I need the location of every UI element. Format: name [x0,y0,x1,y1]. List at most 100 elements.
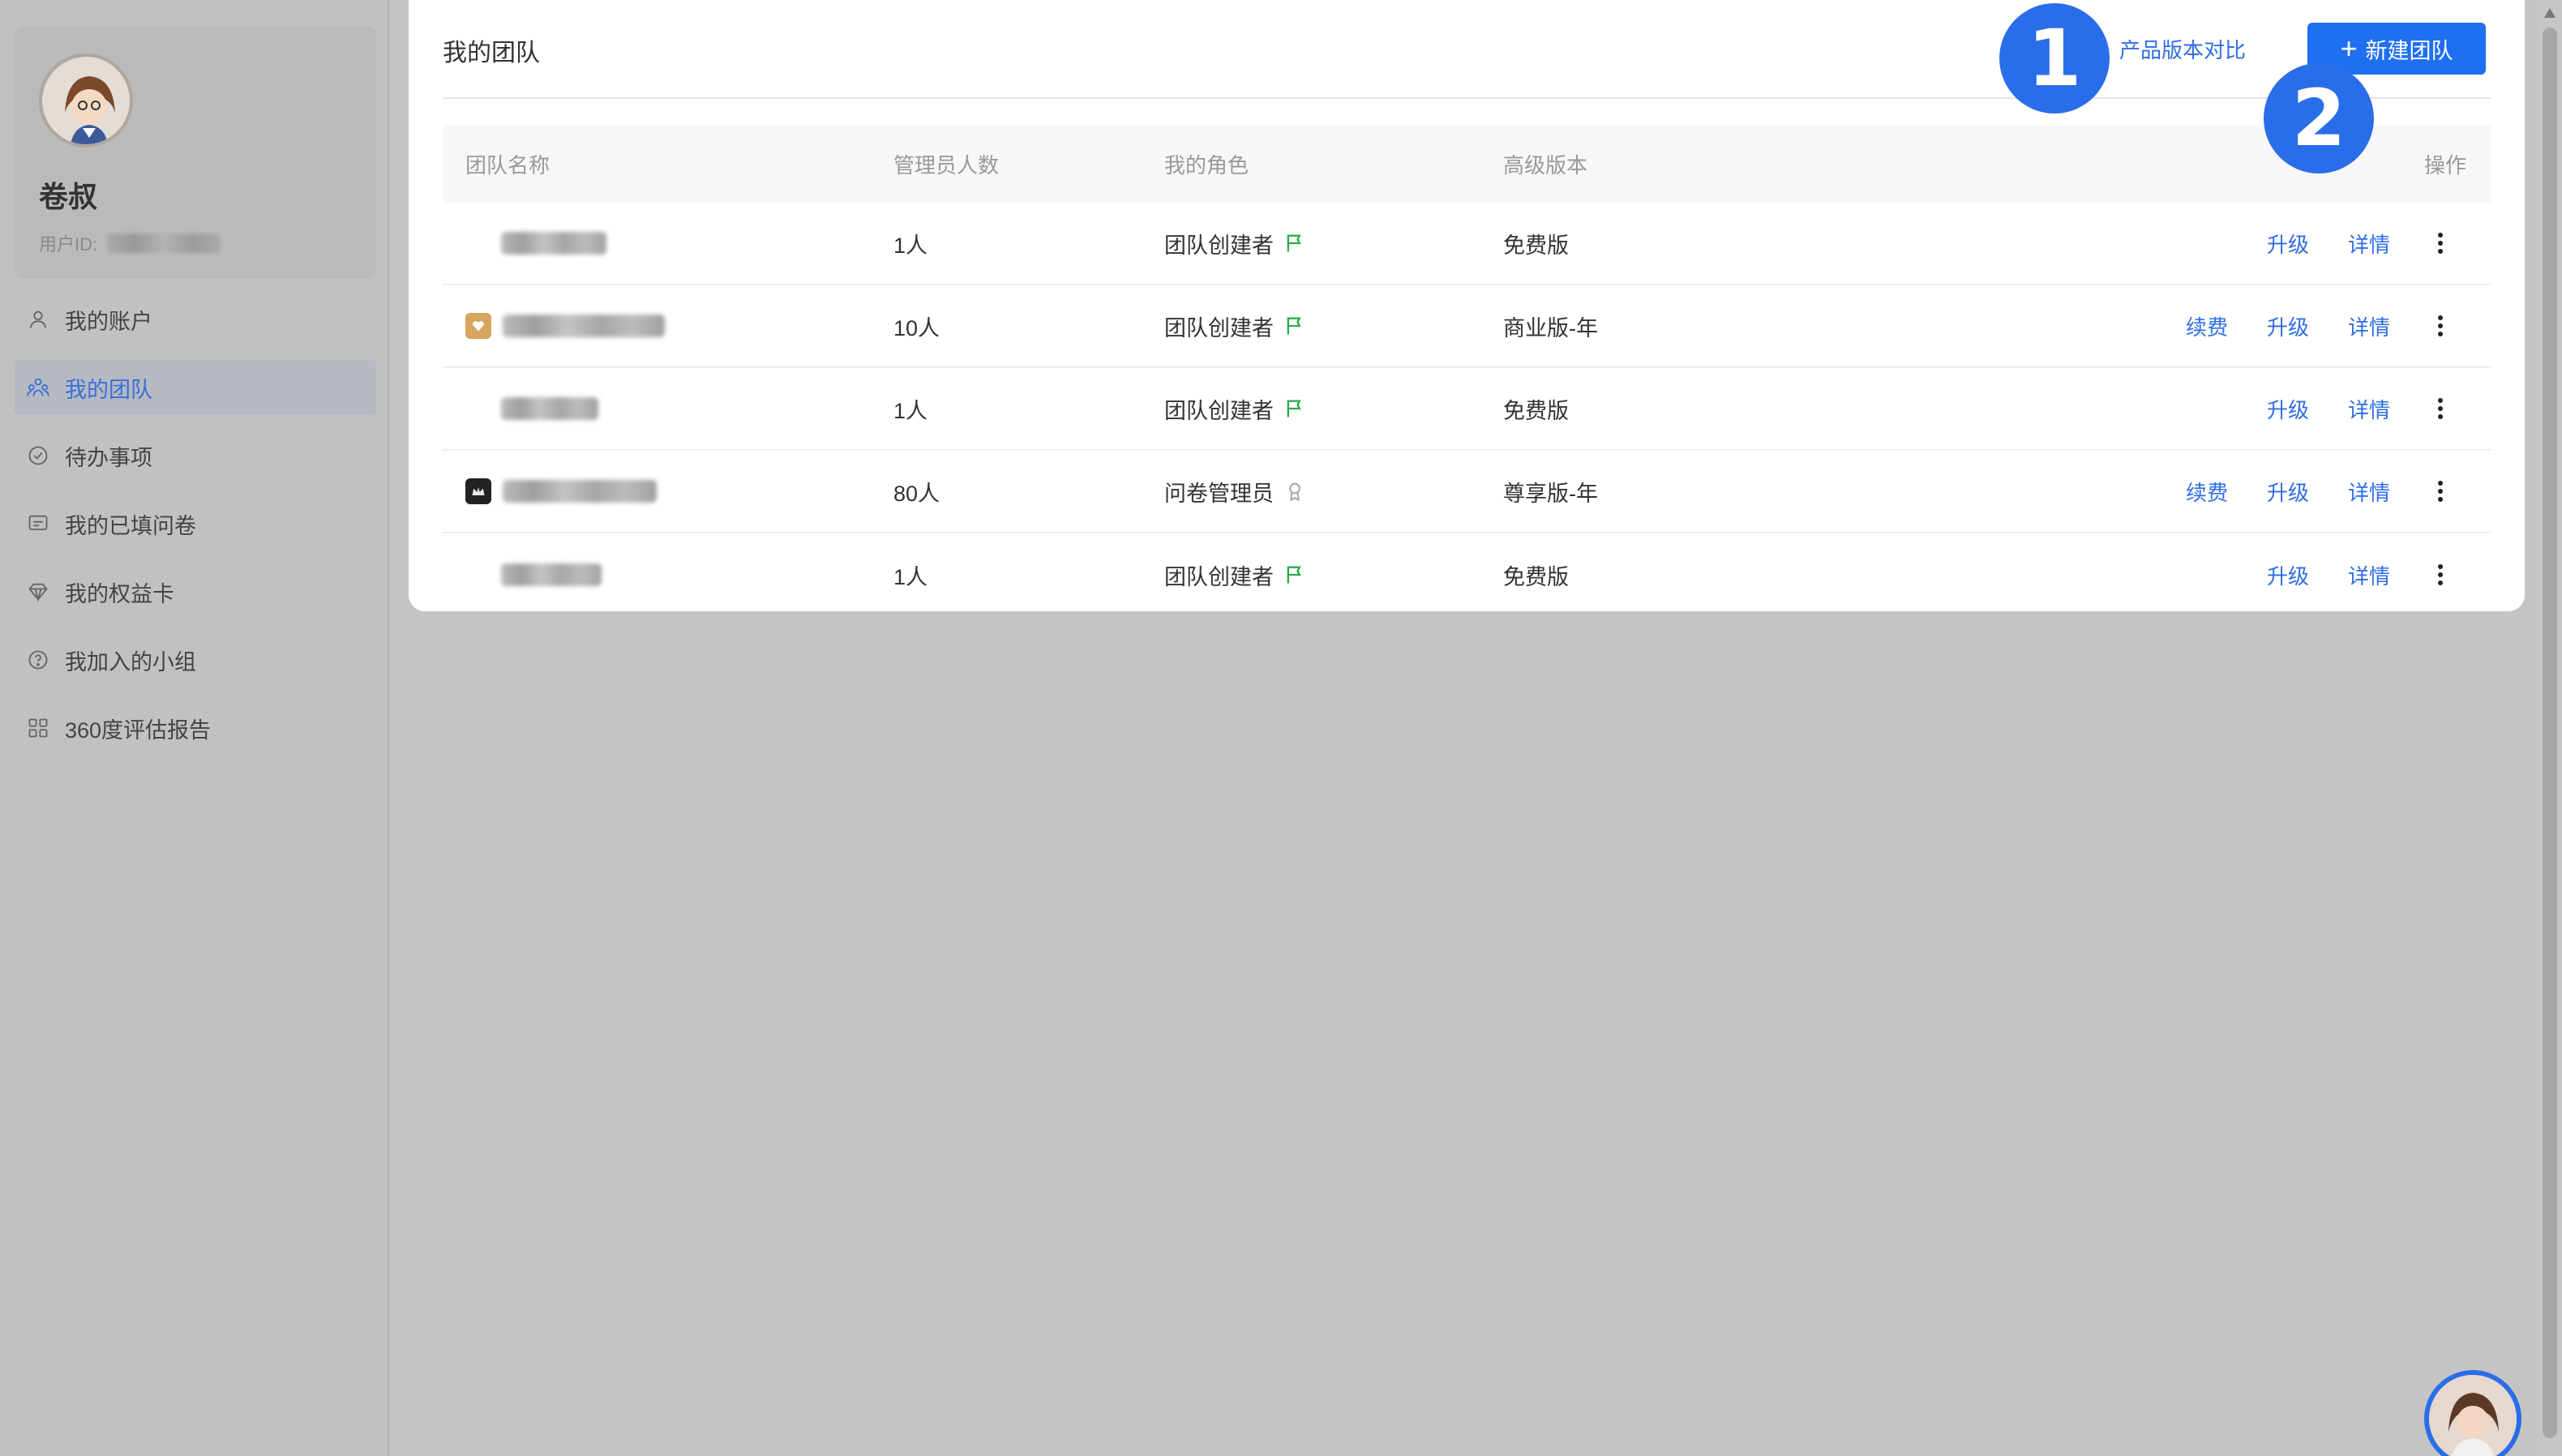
upgrade-link[interactable]: 升级 [2267,477,2309,507]
version-text: 尊享版-年 [1503,481,1598,506]
version-text: 免费版 [1503,398,1569,423]
check-circle-icon [26,443,50,468]
scroll-up-arrow-icon[interactable] [2544,8,2556,18]
role-text: 问卷管理员 [1164,481,1274,506]
upgrade-link[interactable]: 升级 [2267,560,2309,590]
more-icon[interactable] [2432,563,2448,587]
version-text: 免费版 [1503,233,1569,258]
more-icon[interactable] [2432,479,2448,503]
team-name-cell[interactable] [443,232,893,255]
user-name: 卷叔 [39,180,98,213]
col-version: 高级版本 [1503,152,1588,178]
user-id: 用户ID: [39,230,221,256]
avatar[interactable] [39,54,133,148]
sidebar-item-joined-groups[interactable]: 我加入的小组 [15,632,376,687]
table-row: 10人 团队创建者 商业版-年 续费 升级 详情 [443,285,2491,368]
role-text: 团队创建者 [1164,315,1274,340]
role-text: 团队创建者 [1164,564,1274,589]
table-row: 80人 问卷管理员 尊享版-年 续费 升级 详情 [443,451,2491,533]
detail-link[interactable]: 详情 [2348,311,2390,341]
sidebar-item-label: 我加入的小组 [65,649,196,674]
admin-count: 1人 [893,564,928,589]
sidebar: 卷叔 用户ID: 我的账户 我的团队 待办事项 我的已填问卷 我的权益卡 我加入… [0,0,389,1456]
team-name-cell[interactable] [443,478,893,504]
team-name-cell[interactable] [443,313,893,339]
team-card: 我的团队 产品版本对比 + 新建团队 团队名称 管理员人数 我的角色 高级版本 … [409,0,2525,611]
sidebar-item-label: 我的账户 [65,309,152,334]
sidebar-item-label: 待办事项 [65,445,152,470]
heart-badge-icon [465,313,491,339]
page-title: 我的团队 [443,40,540,66]
version-compare-link[interactable]: 产品版本对比 [2119,34,2246,64]
team-name-cell[interactable] [443,563,893,586]
sidebar-item-my-team[interactable]: 我的团队 [15,360,376,415]
renew-link[interactable]: 续费 [2186,311,2228,341]
sidebar-item-filled-surveys[interactable]: 我的已填问卷 [15,496,376,551]
new-team-button-label: 新建团队 [2365,38,2453,63]
sidebar-item-benefit-cards[interactable]: 我的权益卡 [15,564,376,619]
team-table: 团队名称 管理员人数 我的角色 高级版本 操作 1人 团队创建者 免费版 升级 … [443,125,2491,616]
table-row: 1人 团队创建者 免费版 升级 详情 [443,533,2491,616]
divider [443,97,2491,99]
profile-card: 卷叔 用户ID: [15,26,376,279]
detail-link[interactable]: 详情 [2348,477,2390,507]
admin-count: 10人 [893,315,940,340]
role-text: 团队创建者 [1164,233,1274,258]
flag-icon [1287,317,1301,335]
table-row: 1人 团队创建者 免费版 升级 详情 [443,368,2491,451]
detail-link[interactable]: 详情 [2348,560,2390,590]
scrollbar-thumb[interactable] [2543,28,2557,1438]
flag-icon [1287,400,1301,418]
message-square-icon [26,512,50,536]
team-name-redacted [503,315,665,337]
admin-count: 1人 [893,398,928,423]
annotation-badge-2: 2 [2264,63,2374,173]
more-icon[interactable] [2432,314,2448,338]
flag-icon [1287,566,1301,584]
upgrade-link[interactable]: 升级 [2267,394,2309,424]
user-id-label: 用户ID: [39,234,98,255]
version-text: 免费版 [1503,564,1569,589]
more-icon[interactable] [2432,396,2448,421]
team-name-redacted [503,480,657,503]
award-icon [1289,482,1300,502]
user-id-redacted [107,233,221,253]
sidebar-item-label: 360度评估报告 [65,717,212,743]
table-header: 团队名称 管理员人数 我的角色 高级版本 操作 [443,125,2491,203]
diamond-icon [26,580,50,604]
annotation-badge-1: 1 [1999,3,2110,113]
detail-link[interactable]: 详情 [2348,394,2390,424]
crown-badge-icon [465,478,491,504]
support-avatar[interactable] [2424,1370,2521,1456]
flag-icon [1287,234,1301,252]
question-circle-icon [26,648,50,672]
user-icon [26,307,50,332]
version-text: 商业版-年 [1503,315,1598,340]
team-name-cell[interactable] [443,397,893,420]
sidebar-item-360-report[interactable]: 360度评估报告 [15,700,376,756]
sidebar-item-todo[interactable]: 待办事项 [15,428,376,483]
sidebar-item-label: 我的已填问卷 [65,513,196,538]
team-name-redacted [501,232,606,255]
sidebar-menu: 我的账户 我的团队 待办事项 我的已填问卷 我的权益卡 我加入的小组 360度评… [15,292,376,769]
sidebar-item-label: 我的权益卡 [65,581,174,606]
team-icon [26,375,50,400]
grid-icon [26,716,50,740]
sidebar-item-label: 我的团队 [65,377,152,402]
upgrade-link[interactable]: 升级 [2267,229,2309,259]
admin-count: 80人 [893,481,940,506]
col-admin-count: 管理员人数 [893,152,1000,178]
detail-link[interactable]: 详情 [2348,229,2390,259]
upgrade-link[interactable]: 升级 [2267,311,2309,341]
table-row: 1人 团队创建者 免费版 升级 详情 [443,203,2491,285]
more-icon[interactable] [2432,231,2448,255]
team-name-redacted [501,563,602,586]
admin-count: 1人 [893,233,928,258]
plus-icon: + [2340,32,2358,65]
renew-link[interactable]: 续费 [2186,477,2228,507]
team-name-redacted [501,397,598,420]
role-text: 团队创建者 [1164,398,1274,423]
sidebar-item-my-account[interactable]: 我的账户 [15,292,376,347]
scrollbar[interactable] [2538,0,2562,1456]
col-my-role: 我的角色 [1164,152,1249,178]
